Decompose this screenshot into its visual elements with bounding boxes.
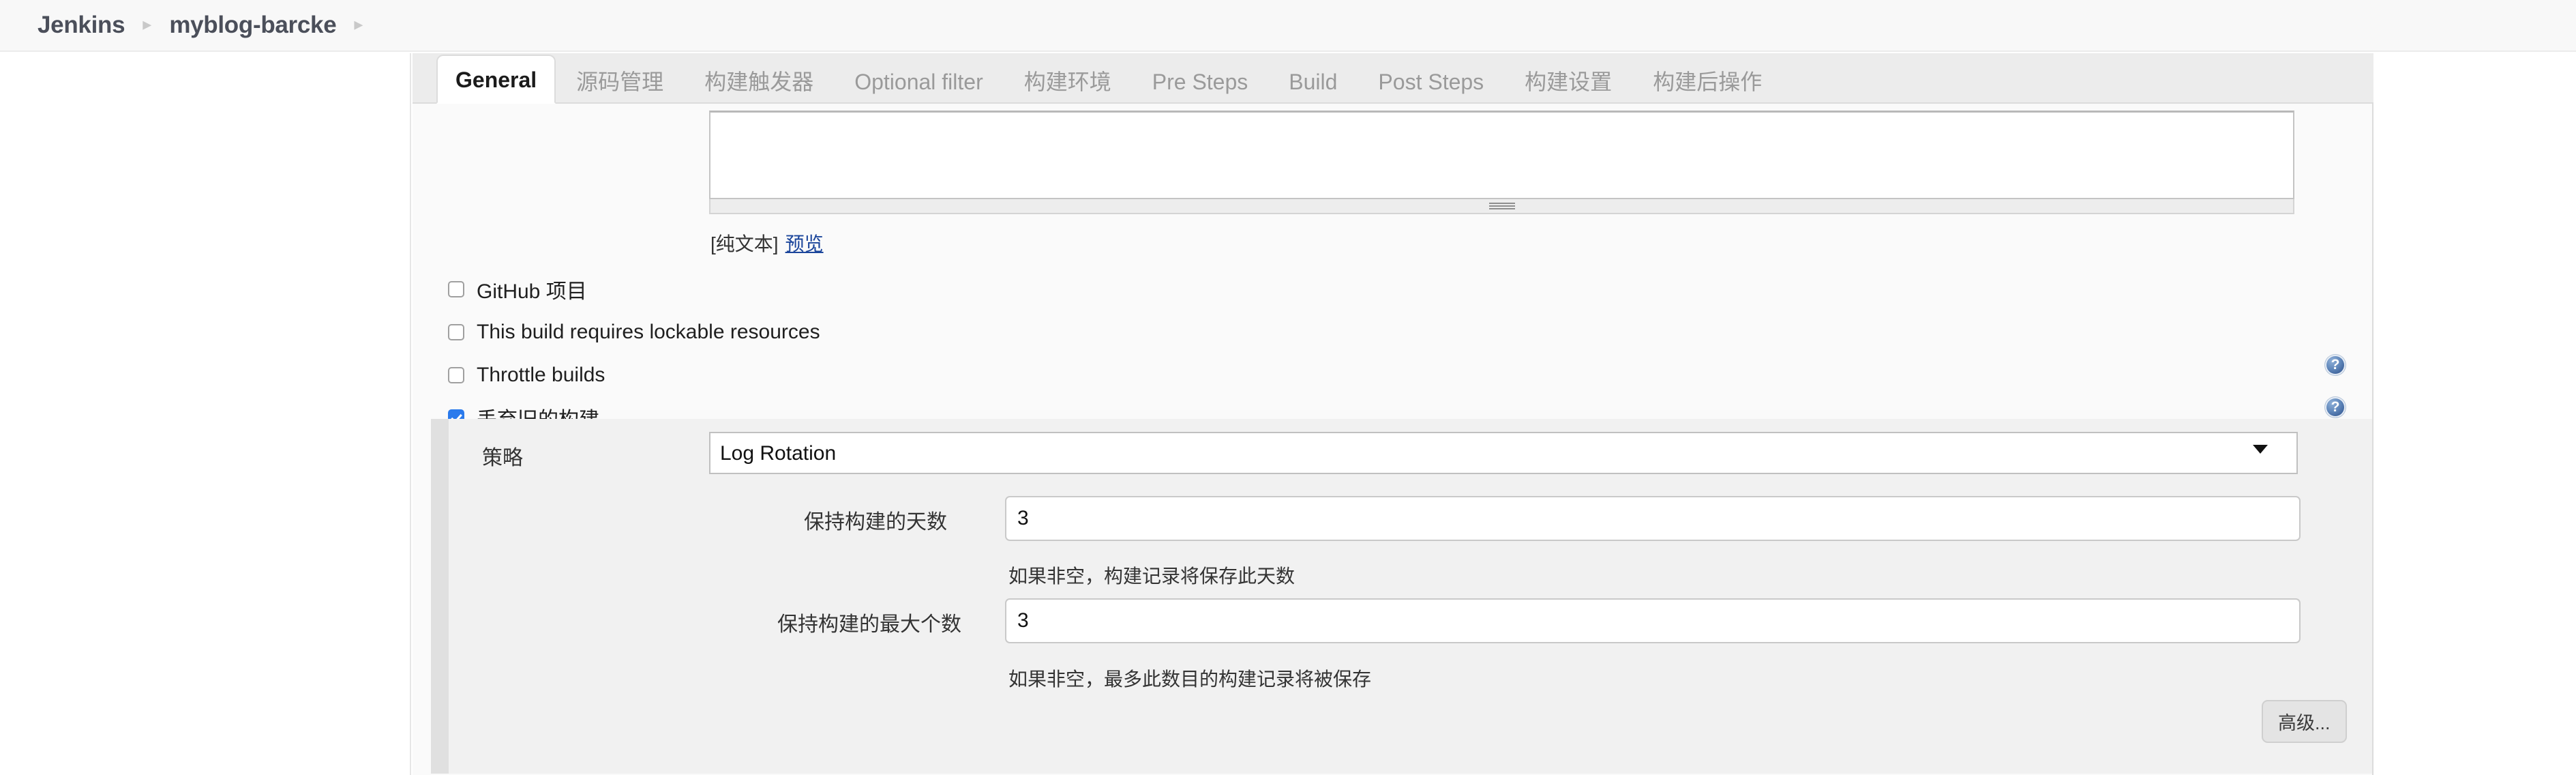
days-to-keep-hint: 如果非空，构建记录将保存此天数 [1008, 566, 1296, 587]
textarea-resize-bar[interactable] [709, 199, 2294, 214]
description-format-note: [纯文本] 预览 [710, 229, 824, 257]
days-to-keep-label: 保持构建的天数 [804, 511, 947, 533]
discard-old-builds-options-block: 策略 Log Rotation 保持构建的天数 如果非空，构建记录将保存此天数 … [431, 419, 2372, 774]
throttle-builds-label: Throttle builds [477, 364, 605, 386]
github-project-label: GitHub 项目 [477, 280, 587, 303]
lockable-resources-checkbox[interactable] [448, 324, 464, 340]
tab-build-environment[interactable]: 构建环境 [1004, 61, 1132, 102]
breadcrumb-separator-icon: ▸ [143, 14, 152, 34]
breadcrumb-item-myblog-barcke[interactable]: myblog-barcke [169, 12, 336, 39]
tab-post-steps[interactable]: Post Steps [1358, 61, 1504, 102]
resize-grip-icon[interactable] [1488, 203, 1515, 209]
checkbox-row-throttle-builds[interactable]: Throttle builds [448, 360, 605, 390]
days-to-keep-input[interactable] [1005, 496, 2301, 541]
advanced-button[interactable]: 高级... [2262, 700, 2347, 743]
tab-source-management[interactable]: 源码管理 [556, 61, 684, 102]
checkbox-row-lockable-resources[interactable]: This build requires lockable resources [448, 317, 820, 347]
checkbox-row-github-project[interactable]: GitHub 项目 [448, 274, 587, 304]
tab-build[interactable]: Build [1268, 61, 1358, 102]
tab-build-triggers[interactable]: 构建触发器 [684, 61, 834, 102]
tab-build-settings[interactable]: 构建设置 [1504, 61, 1632, 102]
tab-pre-steps[interactable]: Pre Steps [1132, 61, 1269, 102]
description-textarea[interactable] [709, 111, 2294, 199]
tab-post-build-actions[interactable]: 构建后操作 [1632, 61, 1782, 102]
breadcrumb-separator-icon-2: ▸ [354, 14, 363, 34]
strategy-select[interactable]: Log Rotation [709, 432, 2298, 474]
breadcrumb-item-jenkins[interactable]: Jenkins [38, 12, 125, 39]
strategy-label: 策略 [482, 447, 523, 469]
general-config-form: [纯文本] 预览 GitHub 项目 This build requires lo… [413, 104, 2373, 775]
left-gutter [0, 53, 411, 775]
config-tab-bar: General 源码管理 构建触发器 Optional filter 构建环境 … [413, 53, 2373, 104]
plain-text-label: [纯文本] [710, 233, 779, 254]
help-icon-throttle-builds[interactable]: ? [2325, 355, 2346, 375]
description-field-wrapper [709, 111, 2294, 214]
github-project-checkbox[interactable] [448, 281, 464, 297]
breadcrumb: Jenkins ▸ myblog-barcke ▸ [0, 0, 2576, 52]
max-builds-to-keep-input[interactable] [1005, 598, 2301, 643]
preview-link[interactable]: 预览 [785, 233, 824, 254]
nested-block-indent-bar [431, 419, 449, 774]
max-builds-to-keep-hint: 如果非空，最多此数目的构建记录将被保存 [1008, 669, 1372, 690]
tab-optional-filter[interactable]: Optional filter [834, 61, 1004, 102]
lockable-resources-label: This build requires lockable resources [477, 321, 820, 343]
help-icon-discard-old-builds[interactable]: ? [2325, 397, 2346, 418]
tab-general[interactable]: General [436, 55, 556, 104]
max-builds-to-keep-label: 保持构建的最大个数 [777, 613, 961, 636]
throttle-builds-checkbox[interactable] [448, 367, 464, 383]
